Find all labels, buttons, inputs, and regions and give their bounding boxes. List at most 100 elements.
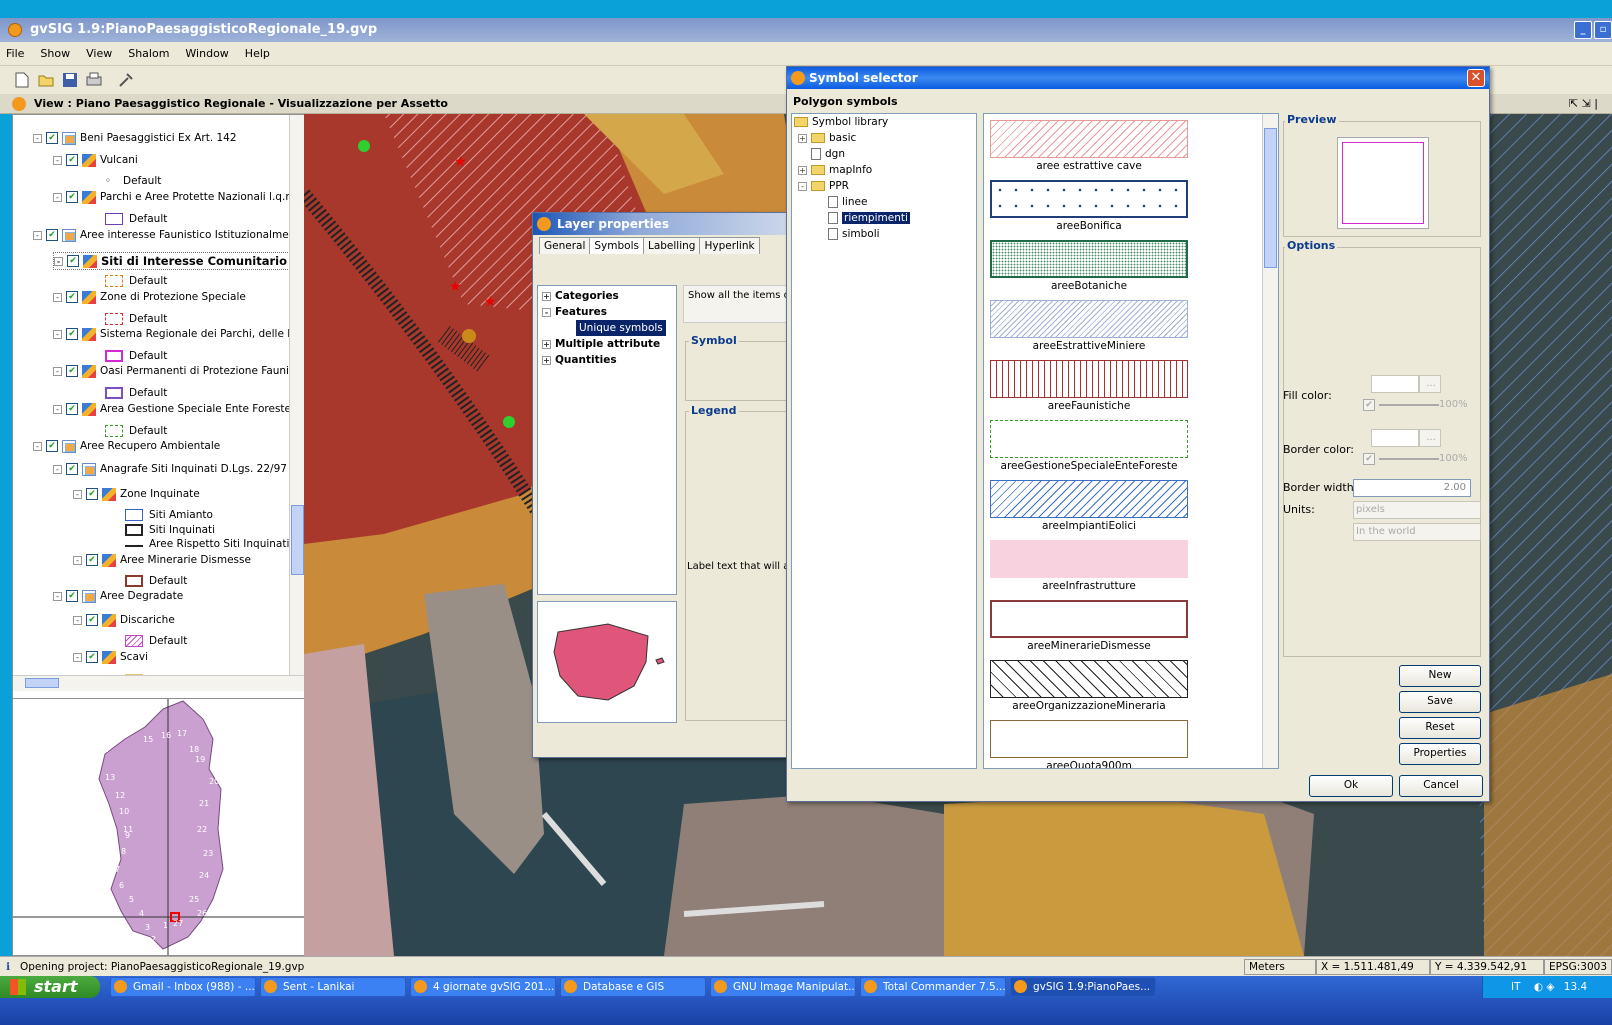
collapse-icon[interactable]: -: [53, 404, 62, 414]
layer-visibility-checkbox[interactable]: ✔: [46, 440, 58, 452]
border-color-picker-button[interactable]: ...: [1419, 429, 1441, 447]
tree-ppr[interactable]: PPR: [829, 180, 849, 192]
ok-button[interactable]: Ok: [1309, 775, 1393, 797]
toc-horizontal-scrollbar[interactable]: [13, 675, 305, 691]
collapse-icon[interactable]: -: [33, 133, 42, 143]
border-width-input[interactable]: 2.00: [1353, 479, 1471, 497]
fill-alpha-checkbox[interactable]: ✔: [1363, 399, 1375, 411]
fill-color-picker-button[interactable]: ...: [1419, 375, 1441, 393]
layer-visibility-checkbox[interactable]: ✔: [66, 365, 78, 377]
expand-categories-icon[interactable]: +: [542, 291, 551, 301]
symbol-item[interactable]: areeFaunistiche: [990, 356, 1188, 414]
tree-categories[interactable]: Categories: [555, 290, 619, 302]
open-folder-icon[interactable]: [36, 70, 56, 90]
fill-alpha-slider[interactable]: [1379, 404, 1439, 406]
symbol-item[interactable]: areeInfrastrutture: [990, 536, 1188, 594]
collapse-icon[interactable]: -: [53, 464, 62, 474]
expand-mapinfo-icon[interactable]: +: [798, 165, 807, 175]
taskbar-button[interactable]: 4 giornate gvSIG 201...: [410, 977, 556, 997]
collapse-features-icon[interactable]: -: [542, 307, 551, 317]
toc-layer-item[interactable]: - ✔ Zone Inquinate: [73, 485, 200, 503]
border-alpha-slider[interactable]: [1379, 458, 1439, 460]
new-button[interactable]: New: [1399, 665, 1481, 687]
symbol-item[interactable]: areeOrganizzazioneMineraria: [990, 656, 1188, 714]
cancel-button[interactable]: Cancel: [1399, 775, 1483, 797]
toc-layer-item[interactable]: - ✔ Aree Degradate: [53, 587, 183, 605]
collapse-icon[interactable]: -: [53, 366, 62, 376]
layer-visibility-checkbox[interactable]: ✔: [66, 403, 78, 415]
tree-linee[interactable]: linee: [842, 196, 867, 208]
layer-visibility-checkbox[interactable]: ✔: [86, 614, 98, 626]
collapse-icon[interactable]: -: [53, 155, 62, 165]
symbol-item[interactable]: aree estrattive cave: [990, 116, 1188, 174]
tray-language[interactable]: IT: [1511, 981, 1521, 993]
collapse-icon[interactable]: -: [53, 292, 62, 302]
toc-layer-item[interactable]: - ✔ Parchi e Aree Protette Nazionali l.q.n…: [53, 188, 305, 206]
layer-visibility-checkbox[interactable]: ✔: [86, 554, 98, 566]
properties-button[interactable]: Properties: [1399, 743, 1481, 765]
tree-dgn[interactable]: dgn: [825, 148, 845, 160]
layer-visibility-checkbox[interactable]: ✔: [67, 255, 79, 267]
reset-button[interactable]: Reset: [1399, 717, 1481, 739]
tree-quantities[interactable]: Quantities: [555, 354, 617, 366]
toc-layer-item[interactable]: - ✔ Siti di Interesse Comunitario: [53, 252, 292, 270]
taskbar-button[interactable]: Database e GIS: [560, 977, 706, 997]
collapse-icon[interactable]: -: [53, 329, 62, 339]
layer-visibility-checkbox[interactable]: ✔: [66, 463, 78, 475]
collapse-ppr-icon[interactable]: -: [798, 181, 807, 191]
toc-layer-item[interactable]: - ✔ Oasi Permanenti di Protezione Faunisti…: [53, 362, 305, 380]
toc-layer-item[interactable]: - ✔ Aree Recupero Ambientale: [33, 437, 220, 455]
tree-mapinfo[interactable]: mapInfo: [829, 164, 872, 176]
toc-layer-item[interactable]: - ✔ Discariche: [73, 611, 175, 629]
collapse-icon[interactable]: -: [53, 591, 62, 601]
expand-basic-icon[interactable]: +: [798, 133, 807, 143]
symbol-item[interactable]: areeEstrattiveMiniere: [990, 296, 1188, 354]
tree-basic[interactable]: basic: [829, 132, 856, 144]
toc-layer-item[interactable]: - ✔ Aree Minerarie Dismesse: [73, 551, 251, 569]
new-file-icon[interactable]: [12, 70, 32, 90]
layer-visibility-checkbox[interactable]: ✔: [66, 328, 78, 340]
tree-simboli[interactable]: simboli: [842, 228, 880, 240]
maximize-button[interactable]: ▫: [1594, 21, 1612, 39]
tree-symbol-library[interactable]: Symbol library: [812, 116, 888, 128]
menu-file[interactable]: File: [6, 47, 24, 60]
tab-hyperlink[interactable]: Hyperlink: [699, 237, 760, 254]
tab-general[interactable]: General: [539, 237, 591, 254]
symbol-list-scrollbar[interactable]: [1262, 114, 1278, 768]
collapse-icon[interactable]: -: [33, 230, 42, 240]
units-select[interactable]: pixels: [1353, 501, 1481, 519]
tools-icon[interactable]: [116, 70, 136, 90]
menu-shalom[interactable]: Shalom: [128, 47, 169, 60]
border-alpha-checkbox[interactable]: ✔: [1363, 453, 1375, 465]
layer-visibility-checkbox[interactable]: ✔: [66, 291, 78, 303]
layer-visibility-checkbox[interactable]: ✔: [86, 651, 98, 663]
taskbar-button[interactable]: Sent - Lanikai: [260, 977, 406, 997]
toc-layer-item[interactable]: - ✔ Vulcani: [53, 151, 138, 169]
toc-vertical-scrollbar[interactable]: [289, 115, 305, 675]
tree-features[interactable]: Features: [555, 306, 607, 318]
expand-multiple-attribute-icon[interactable]: +: [542, 339, 551, 349]
collapse-icon[interactable]: -: [54, 256, 63, 266]
symbol-list-scroll-thumb[interactable]: [1264, 128, 1277, 268]
collapse-icon[interactable]: -: [73, 489, 82, 499]
save-icon[interactable]: [60, 70, 80, 90]
border-color-swatch[interactable]: [1371, 429, 1419, 447]
tab-symbols[interactable]: Symbols: [589, 237, 644, 254]
view-window-controls-icon[interactable]: ⇱ ⇲ |: [1569, 94, 1598, 114]
layer-visibility-checkbox[interactable]: ✔: [66, 154, 78, 166]
tray-icons[interactable]: ◐ ◈: [1534, 981, 1555, 993]
overview-map[interactable]: 14 15 16 17 18 19 20 12 13 11 10 21 22 23 24 25 26 27 1 2 3 4…: [12, 698, 306, 956]
layer-properties-titlebar[interactable]: Layer properties: [533, 213, 791, 235]
symbol-item[interactable]: areeBonifica: [990, 176, 1188, 234]
toc-layer-item[interactable]: - ✔ Scavi: [73, 648, 148, 666]
toc-layer-item[interactable]: - ✔ Sistema Regionale dei Parchi, delle Ri…: [53, 325, 305, 343]
taskbar-button[interactable]: gvSIG 1.9:PianoPaes...: [1010, 977, 1156, 997]
collapse-icon[interactable]: -: [73, 652, 82, 662]
layer-visibility-checkbox[interactable]: ✔: [46, 229, 58, 241]
collapse-icon[interactable]: -: [73, 615, 82, 625]
taskbar-button[interactable]: Total Commander 7.5...: [860, 977, 1006, 997]
toc-layer-item[interactable]: - ✔ Area Gestione Speciale Ente Foreste: [53, 400, 291, 418]
collapse-icon[interactable]: -: [33, 441, 42, 451]
tree-unique-symbols[interactable]: Unique symbols: [576, 320, 666, 336]
app-titlebar[interactable]: gvSIG 1.9:PianoPaesaggisticoRegionale_19…: [0, 18, 1612, 42]
